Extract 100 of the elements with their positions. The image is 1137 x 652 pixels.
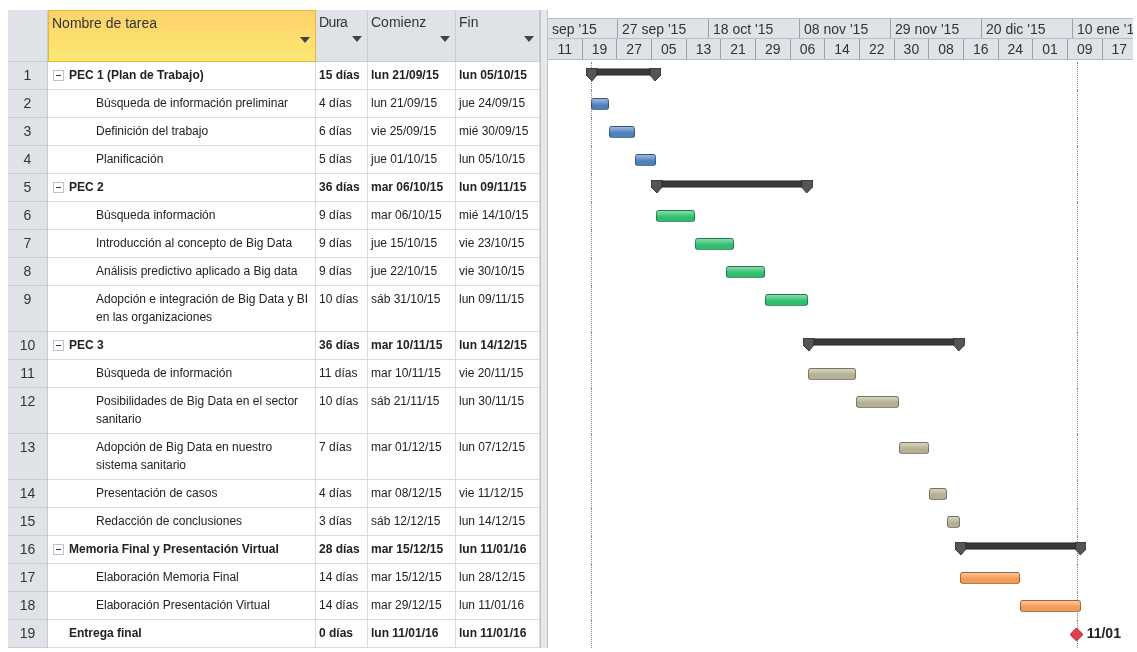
row-number: 6 (8, 202, 48, 230)
task-bar[interactable] (656, 210, 696, 222)
row-number: 5 (8, 174, 48, 202)
task-bar[interactable] (634, 154, 657, 166)
collapse-icon[interactable] (53, 70, 64, 81)
task-name: Introducción al concepto de Big Data (96, 235, 293, 252)
table-cell: lun 11/01/16 (456, 536, 540, 564)
row-number: 8 (8, 258, 48, 286)
row-number: 4 (8, 146, 48, 174)
timescale-label: 11 (548, 39, 583, 59)
task-bar[interactable] (725, 266, 765, 278)
table-cell: lun 14/12/15 (456, 508, 540, 536)
table-cell: sáb 21/11/15 (368, 388, 456, 434)
task-name: PEC 1 (Plan de Trabajo) (69, 67, 204, 84)
table-cell: mié 30/09/15 (456, 118, 540, 146)
task-name: Posibilidades de Big Data en el sector sanitario (96, 393, 300, 428)
table-cell: 7 días (316, 434, 368, 480)
table-cell: mar 15/12/15 (368, 536, 456, 564)
timescale-label: 27 (617, 39, 652, 59)
table-cell: lun 30/11/15 (456, 388, 540, 434)
table-cell: lun 28/12/15 (456, 564, 540, 592)
table-cell: lun 21/09/15 (368, 62, 456, 90)
table-cell: 11 días (316, 360, 368, 388)
table-cell: mar 15/12/15 (368, 564, 456, 592)
dropdown-arrow-icon[interactable] (352, 36, 362, 42)
table-cell: lun 14/12/15 (456, 332, 540, 360)
task-name: Presentación de casos (96, 485, 218, 502)
task-name: Elaboración Presentación Virtual (96, 597, 270, 614)
task-bar[interactable] (946, 516, 960, 528)
table-cell: 9 días (316, 202, 368, 230)
table-cell: jue 22/10/15 (368, 258, 456, 286)
table-cell: lun 11/01/16 (456, 620, 540, 648)
table-cell: 5 días (316, 146, 368, 174)
row-number: 12 (8, 388, 48, 434)
summary-bar[interactable] (803, 338, 965, 352)
table-cell: 6 días (316, 118, 368, 146)
task-name: Búsqueda de información (96, 365, 233, 382)
timescale-label: 05 (651, 39, 687, 59)
table-cell: 36 días (316, 332, 368, 360)
task-bar[interactable] (764, 294, 808, 306)
milestone-date: 11/01 (1086, 625, 1121, 641)
table-cell: vie 20/11/15 (456, 360, 540, 388)
summary-bar[interactable] (586, 68, 662, 82)
timescale-label: 17 (1102, 39, 1133, 59)
task-name: Adopción e integración de Big Data y BI en las organizaciones (96, 291, 310, 326)
collapse-icon[interactable] (53, 182, 64, 193)
timescale-label: 09 (1067, 39, 1103, 59)
task-bar[interactable] (855, 396, 899, 408)
row-number: 1 (8, 62, 48, 90)
table-cell: mar 10/11/15 (368, 332, 456, 360)
timescale-label: 16 (963, 39, 999, 59)
column-header[interactable]: Comienz (368, 10, 456, 62)
table-cell: 0 días (316, 620, 368, 648)
table-cell: 36 días (316, 174, 368, 202)
milestone-diamond-icon[interactable] (1069, 628, 1083, 641)
column-header[interactable]: Nombre de tarea (48, 10, 316, 62)
table-cell: 4 días (316, 90, 368, 118)
dropdown-arrow-icon[interactable] (440, 36, 450, 42)
timescale-label: 21 (721, 39, 756, 59)
task-name: Entrega final (68, 625, 142, 642)
summary-bar[interactable] (651, 180, 813, 194)
table-cell: 28 días (316, 536, 368, 564)
table-cell: jue 15/10/15 (368, 230, 456, 258)
table-cell: 15 días (316, 62, 368, 90)
task-bar[interactable] (591, 98, 609, 110)
table-cell: mar 10/11/15 (368, 360, 456, 388)
dropdown-arrow-icon[interactable] (300, 37, 310, 43)
timescale-label: 13 (686, 39, 722, 59)
table-cell: sáb 12/12/15 (368, 508, 456, 536)
task-bar[interactable] (608, 126, 635, 138)
timescale-label: 06 (790, 39, 826, 59)
task-name: Búsqueda de información preliminar (96, 95, 289, 112)
column-header[interactable]: Fin (456, 10, 540, 62)
timescale-label: 08 (929, 39, 964, 59)
row-number: 18 (8, 592, 48, 620)
table-cell: lun 07/12/15 (456, 434, 540, 480)
summary-bar[interactable] (954, 542, 1086, 556)
table-cell: lun 11/01/16 (456, 592, 540, 620)
task-name: Redacción de conclusiones (96, 513, 243, 530)
header-corner (8, 10, 48, 62)
row-number: 11 (8, 360, 48, 388)
collapse-icon[interactable] (53, 544, 64, 555)
timescale-label: 14 (825, 39, 860, 59)
row-number: 2 (8, 90, 48, 118)
collapse-icon[interactable] (53, 340, 64, 351)
timescale-label: 10 ene '1 (1073, 19, 1133, 38)
task-bar[interactable] (695, 238, 735, 250)
column-header[interactable]: Dura (316, 10, 368, 62)
row-number: 15 (8, 508, 48, 536)
table-cell: mar 29/12/15 (368, 592, 456, 620)
task-bar[interactable] (899, 442, 930, 454)
row-number: 3 (8, 118, 48, 146)
table-cell: lun 21/09/15 (368, 90, 456, 118)
table-cell: sáb 31/10/15 (368, 286, 456, 332)
table-cell: 9 días (316, 258, 368, 286)
dropdown-arrow-icon[interactable] (524, 36, 534, 42)
table-cell: lun 09/11/15 (456, 286, 540, 332)
task-bar[interactable] (959, 572, 1021, 584)
table-cell: mar 08/12/15 (368, 480, 456, 508)
table-cell: 9 días (316, 230, 368, 258)
